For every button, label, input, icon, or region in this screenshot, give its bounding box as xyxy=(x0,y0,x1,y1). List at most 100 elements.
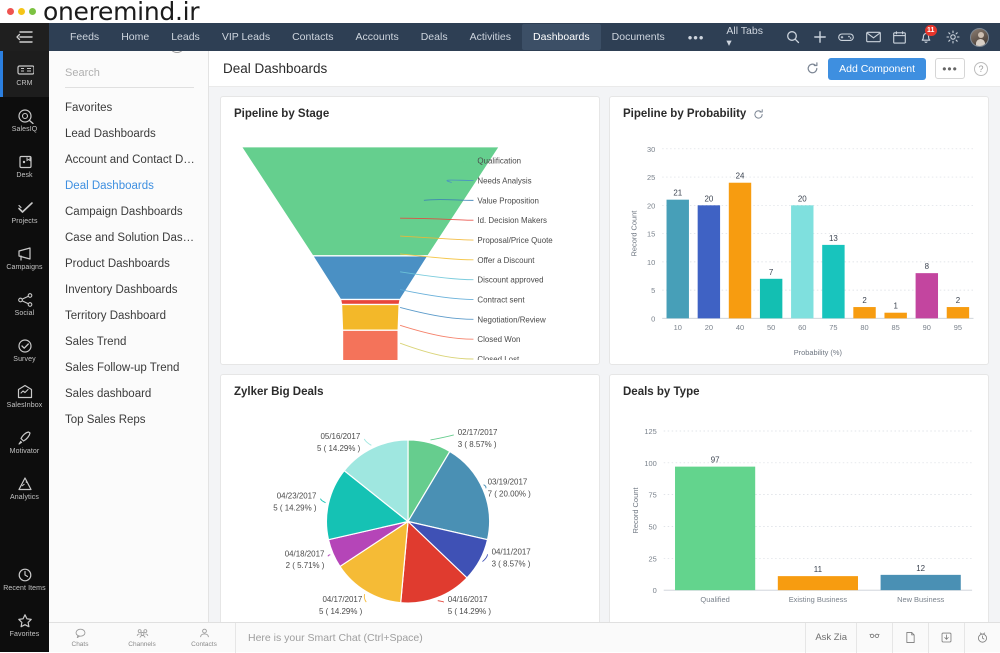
x-tick-label: 50 xyxy=(767,323,775,332)
pie-chart[interactable]: 02/17/2017 3 ( 8.57% ) 03/19/2017 7 ( 20.00… xyxy=(221,405,599,638)
sidebar-item-sales-trend[interactable]: Sales Trend xyxy=(49,329,208,355)
notification-bell-icon[interactable]: 11 xyxy=(914,24,939,50)
top-navigation: Feeds Home Leads VIP Leads Contacts Accounts D… xyxy=(49,23,1000,51)
smart-chat-input[interactable] xyxy=(248,631,806,644)
nav-link-accounts[interactable]: Accounts xyxy=(345,24,410,50)
sidebar-search[interactable] xyxy=(65,63,194,88)
hamburger-icon xyxy=(15,31,33,43)
rail-hamburger-button[interactable] xyxy=(0,23,49,51)
note-icon[interactable] xyxy=(892,622,928,653)
timer-icon[interactable] xyxy=(964,622,1000,653)
sidebar-item-sales-dashboard[interactable]: Sales dashboard xyxy=(49,381,208,407)
refresh-icon[interactable] xyxy=(753,108,764,120)
mail-icon[interactable] xyxy=(861,24,886,50)
bar[interactable] xyxy=(791,205,814,319)
bar[interactable] xyxy=(853,307,876,319)
nav-link-documents[interactable]: Documents xyxy=(601,24,676,50)
rail-item-salesiq[interactable]: SalesIQ xyxy=(0,97,49,143)
rail-item-analytics[interactable]: Analytics xyxy=(0,465,49,511)
deals-by-type-bar-chart[interactable]: 0 25 50 75 100 125 97 Qualified 11 Existing Busin… xyxy=(610,405,988,638)
bar[interactable] xyxy=(946,307,970,319)
funnel-band-3[interactable] xyxy=(340,303,400,331)
note-icon xyxy=(906,632,915,643)
sidebar-item-top-sales-reps[interactable]: Top Sales Reps xyxy=(49,407,208,433)
sidebar-item-inventory-dashboards[interactable]: Inventory Dashboards xyxy=(49,277,208,303)
bar[interactable] xyxy=(666,199,689,319)
nav-link-leads[interactable]: Leads xyxy=(160,24,211,50)
pie-label: 04/18/2017 xyxy=(285,549,325,558)
bar[interactable] xyxy=(759,278,783,319)
nav-link-activities[interactable]: Activities xyxy=(459,24,522,50)
sidebar-item-favorites[interactable]: Favorites xyxy=(49,95,208,121)
more-options-button[interactable]: ••• xyxy=(935,58,965,79)
funnel-band-1[interactable] xyxy=(311,255,429,301)
add-component-button[interactable]: Add Component xyxy=(828,57,926,80)
bar-value-label: 8 xyxy=(925,262,930,271)
funnel-label: Closed Lost xyxy=(477,355,520,360)
rail-item-projects[interactable]: Projects xyxy=(0,189,49,235)
search-icon[interactable] xyxy=(781,24,806,50)
chat-tab-contacts[interactable]: Contacts xyxy=(173,623,235,653)
zia-icon[interactable] xyxy=(856,622,892,653)
sidebar-item-campaign-dashboards[interactable]: Campaign Dashboards xyxy=(49,199,208,225)
funnel-band-4[interactable] xyxy=(341,329,399,360)
rail-item-salesinbox[interactable]: SalesInbox xyxy=(0,373,49,419)
y-tick-label: 5 xyxy=(651,286,655,295)
sidebar-item-account-and-contact-da-[interactable]: Account and Contact Da... xyxy=(49,147,208,173)
sidebar-item-deal-dashboards[interactable]: Deal Dashboards xyxy=(49,173,208,199)
card-title: Pipeline by Stage xyxy=(234,108,330,120)
rail-item-desk[interactable]: Desk xyxy=(0,143,49,189)
avatar[interactable] xyxy=(967,24,992,50)
funnel-label: Contract sent xyxy=(477,295,525,304)
chat-tab-chats[interactable]: Chats xyxy=(49,623,111,653)
sidebar-item-territory-dashboard[interactable]: Territory Dashboard xyxy=(49,303,208,329)
nav-link-vip-leads[interactable]: VIP Leads xyxy=(211,24,281,50)
bar[interactable] xyxy=(884,312,907,319)
rail-item-social[interactable]: Social xyxy=(0,281,49,327)
nav-link-contacts[interactable]: Contacts xyxy=(281,24,344,50)
smart-chat-input-wrapper[interactable] xyxy=(235,622,806,653)
chat-tab-channels[interactable]: Channels xyxy=(111,623,173,653)
bar[interactable] xyxy=(728,182,752,319)
rail-item-survey[interactable]: Survey xyxy=(0,327,49,373)
bar[interactable] xyxy=(675,466,756,591)
ask-zia-button[interactable]: Ask Zia xyxy=(805,622,856,653)
x-tick-label: 10 xyxy=(674,323,682,332)
calendar-icon[interactable] xyxy=(887,24,912,50)
nav-link-dashboards[interactable]: Dashboards xyxy=(522,24,601,50)
bar-value-label: 1 xyxy=(893,302,898,311)
nav-link-deals[interactable]: Deals xyxy=(410,24,459,50)
rail-bottom-item-favorites[interactable]: Favorites xyxy=(0,602,49,648)
sidebar-item-lead-dashboards[interactable]: Lead Dashboards xyxy=(49,121,208,147)
nav-link-home[interactable]: Home xyxy=(110,24,160,50)
watermark-bar: oneremind.ir xyxy=(0,0,1000,24)
refresh-icon[interactable] xyxy=(806,62,819,75)
probability-bar-chart[interactable]: 0 5 10 15 20 25 30 21 10 20 20 24 40 7 50 20 60 13 75 2 80 1 8… xyxy=(610,127,988,360)
rail-bottom-item-recent-items[interactable]: Recent Items xyxy=(0,556,49,602)
x-tick-label: 60 xyxy=(798,323,806,332)
nav-more-button[interactable]: ••• xyxy=(676,30,717,45)
gamepad-icon[interactable] xyxy=(834,24,859,50)
card-title-text: Pipeline by Probability xyxy=(623,108,747,120)
bar[interactable] xyxy=(822,244,845,319)
rail-item-motivator[interactable]: Motivator xyxy=(0,419,49,465)
search-input[interactable] xyxy=(65,67,194,79)
sidebar-item-sales-follow-up-trend[interactable]: Sales Follow-up Trend xyxy=(49,355,208,381)
sidebar-item-case-and-solution-dash-[interactable]: Case and Solution Dash... xyxy=(49,225,208,251)
bar[interactable] xyxy=(915,273,939,319)
bar[interactable] xyxy=(880,574,961,591)
funnel-chart[interactable]: Qualification Needs Analysis Value Proposi… xyxy=(221,127,599,360)
bar[interactable] xyxy=(777,576,858,591)
funnel-band-2[interactable] xyxy=(339,298,401,306)
rail-item-campaigns[interactable]: Campaigns xyxy=(0,235,49,281)
plus-icon[interactable] xyxy=(807,24,832,50)
download-icon[interactable] xyxy=(928,622,964,653)
nav-link-feeds[interactable]: Feeds xyxy=(59,24,110,50)
rail-item-crm[interactable]: CRM xyxy=(0,51,49,97)
x-tick-label: 80 xyxy=(860,323,868,332)
help-icon[interactable]: ? xyxy=(974,61,988,76)
all-tabs-dropdown[interactable]: All Tabs ▾ xyxy=(716,25,778,49)
gear-icon[interactable] xyxy=(941,24,966,50)
sidebar-item-product-dashboards[interactable]: Product Dashboards xyxy=(49,251,208,277)
bar[interactable] xyxy=(697,205,721,319)
